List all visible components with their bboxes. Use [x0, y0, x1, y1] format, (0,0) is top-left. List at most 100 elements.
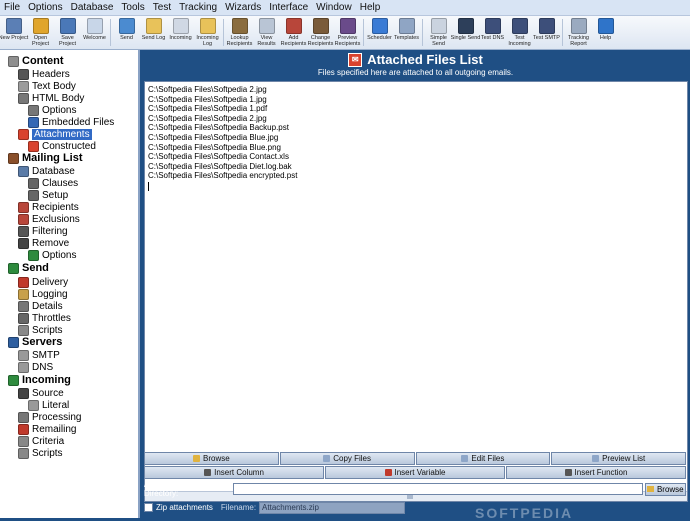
tree-item-label: Incoming — [22, 374, 71, 386]
file-list-item[interactable]: C:\Softpedia Files\Softpedia Blue.png — [148, 143, 297, 153]
toolbar-incoming-log-button[interactable]: Incoming Log — [194, 16, 221, 49]
insert-function-button[interactable]: Insert Function — [506, 466, 686, 479]
tree-item-logging[interactable]: Logging — [18, 288, 68, 300]
insert-variable-button[interactable]: Insert Variable — [325, 466, 505, 479]
toolbar-label: Simple Send — [430, 35, 447, 47]
menu-help[interactable]: Help — [356, 2, 385, 13]
zip-filename-input[interactable]: Attachments.zip — [259, 501, 406, 514]
tree-item-options[interactable]: Options — [28, 104, 76, 116]
menu-window[interactable]: Window — [312, 2, 356, 13]
edit-files-button[interactable]: Edit Files — [415, 452, 551, 465]
toolbar-preview-recipients-button[interactable]: Preview Recipients — [334, 16, 361, 49]
tree-item-content[interactable]: Content — [8, 55, 64, 67]
tree-item-remailing[interactable]: Remailing — [18, 423, 76, 435]
insert-column-button[interactable]: Insert Column — [144, 466, 324, 479]
tree-item-exclusions[interactable]: Exclusions — [18, 213, 80, 225]
tree-item-database[interactable]: Database — [18, 165, 75, 177]
tree-item-options[interactable]: Options — [28, 249, 76, 261]
tree-item-delivery[interactable]: Delivery — [18, 276, 68, 288]
menu-file[interactable]: File — [0, 2, 24, 13]
tree-item-filtering[interactable]: Filtering — [18, 225, 68, 237]
file-list-item[interactable]: C:\Softpedia Files\Softpedia encrypted.p… — [148, 171, 297, 181]
menu-wizards[interactable]: Wizards — [221, 2, 265, 13]
toolbar-label: Test DNS — [480, 35, 505, 41]
preview-list-button[interactable]: Preview List — [551, 452, 686, 465]
file-list-item[interactable]: C:\Softpedia Files\Softpedia Diet.log.ba… — [148, 162, 297, 172]
navigation-tree: Content Headers Text Body HTML Body Options E… — [0, 50, 140, 518]
tree-item-processing[interactable]: Processing — [18, 411, 81, 423]
tree-item-label: Details — [32, 300, 63, 312]
tree-item-throttles[interactable]: Throttles — [18, 312, 71, 324]
menu-tracking[interactable]: Tracking — [175, 2, 221, 13]
toolbar-save-project-button[interactable]: Save Project — [54, 16, 81, 49]
toolbar-test-incoming-button[interactable]: Test Incoming — [506, 16, 533, 49]
tree-item-send[interactable]: Send — [8, 262, 49, 274]
tree-item-mailing-list[interactable]: Mailing List — [8, 152, 83, 164]
tree-item-attachments[interactable]: Attachments — [18, 128, 92, 140]
toolbar-send-button[interactable]: Send — [113, 16, 140, 49]
tree-item-embedded-files[interactable]: Embedded Files — [28, 116, 114, 128]
toolbar-send-log-button[interactable]: Send Log — [140, 16, 167, 49]
file-list-item[interactable]: C:\Softpedia Files\Softpedia 2.jpg — [148, 85, 297, 95]
file-list-item[interactable]: C:\Softpedia Files\Softpedia 1.jpg — [148, 95, 297, 105]
toolbar-single-send-button[interactable]: Single Send — [451, 16, 480, 49]
copy-files-button[interactable]: Copy Files — [279, 452, 415, 465]
menu-database[interactable]: Database — [67, 2, 118, 13]
tree-item-scripts[interactable]: Scripts — [18, 324, 63, 336]
directory-input[interactable] — [232, 483, 643, 495]
toolbar-simple-send-button[interactable]: Simple Send — [425, 16, 452, 49]
file-list-item[interactable]: C:\Softpedia Files\Softpedia 2.jpg — [148, 114, 297, 124]
tree-item-dns[interactable]: DNS — [18, 361, 53, 373]
tree-item-source[interactable]: Source — [18, 387, 64, 399]
file-list-item[interactable]: C:\Softpedia Files\Softpedia Contact.xls — [148, 152, 297, 162]
toolbar-help-button[interactable]: Help — [592, 16, 619, 49]
toolbar-welcome-button[interactable]: Welcome — [81, 16, 108, 49]
tree-item-servers[interactable]: Servers — [8, 336, 62, 348]
toolbar-templates-button[interactable]: Templates — [393, 16, 420, 49]
incoming-icon — [8, 374, 19, 386]
attached-files-list[interactable]: C:\Softpedia Files\Softpedia 2.jpg C:\Sof… — [144, 81, 688, 502]
insert-column-icon — [204, 469, 212, 476]
tree-item-label: Mailing List — [22, 152, 83, 164]
tree-item-setup[interactable]: Setup — [28, 189, 68, 201]
menu-interface[interactable]: Interface — [265, 2, 312, 13]
file-list-item[interactable]: C:\Softpedia Files\Softpedia 1.pdf — [148, 104, 297, 114]
tree-item-scripts[interactable]: Scripts — [18, 447, 63, 459]
tree-item-incoming[interactable]: Incoming — [8, 374, 71, 386]
tree-item-label: Remailing — [32, 423, 77, 435]
toolbar-lookup-recipients-button[interactable]: Lookup Recipients — [226, 16, 253, 49]
menu-tools[interactable]: Tools — [117, 2, 148, 13]
menu-test[interactable]: Test — [149, 2, 175, 13]
menu-options[interactable]: Options — [24, 2, 66, 13]
toolbar-view-results-button[interactable]: View Results — [253, 16, 280, 49]
directory-browse-button[interactable]: Browse — [644, 482, 686, 496]
tree-item-constructed[interactable]: Constructed — [28, 140, 96, 152]
toolbar-change-recipients-button[interactable]: Change Recipients — [307, 16, 334, 49]
zip-row: Zip attachments Filename: Attachments.zi… — [144, 501, 686, 514]
toolbar-label: Open Project — [31, 35, 50, 47]
tree-item-smtp[interactable]: SMTP — [18, 349, 60, 361]
toolbar-add-recipients-button[interactable]: Add Recipients — [280, 16, 307, 49]
file-list-item[interactable]: C:\Softpedia Files\Softpedia Backup.pst — [148, 123, 297, 133]
toolbar-test-smtp-button[interactable]: Test SMTP — [533, 16, 560, 49]
tree-item-literal[interactable]: Literal — [28, 399, 69, 411]
toolbar-new-project-button[interactable]: New Project — [0, 16, 28, 49]
tree-item-clauses[interactable]: Clauses — [28, 177, 78, 189]
file-list-item[interactable]: C:\Softpedia Files\Softpedia Blue.jpg — [148, 133, 297, 143]
tree-item-html-body[interactable]: HTML Body — [18, 92, 84, 104]
criteria-icon — [18, 435, 29, 447]
toolbar-scheduler-button[interactable]: Scheduler — [366, 16, 393, 49]
browse-button[interactable]: Browse — [144, 452, 279, 465]
tree-item-text-body[interactable]: Text Body — [18, 80, 76, 92]
toolbar-tracking-report-button[interactable]: Tracking Report — [565, 16, 592, 49]
tree-item-remove[interactable]: Remove — [18, 237, 69, 249]
tree-item-recipients[interactable]: Recipients — [18, 201, 79, 213]
toolbar-test-dns-button[interactable]: Test DNS — [479, 16, 506, 49]
tree-item-criteria[interactable]: Criteria — [18, 435, 64, 447]
single-send-icon — [457, 18, 474, 34]
tree-item-details[interactable]: Details — [18, 300, 63, 312]
tree-item-headers[interactable]: Headers — [18, 68, 70, 80]
zip-attachments-checkbox[interactable] — [144, 503, 153, 512]
toolbar-incoming-button[interactable]: Incoming — [167, 16, 194, 49]
toolbar-open-project-button[interactable]: Open Project — [27, 16, 54, 49]
